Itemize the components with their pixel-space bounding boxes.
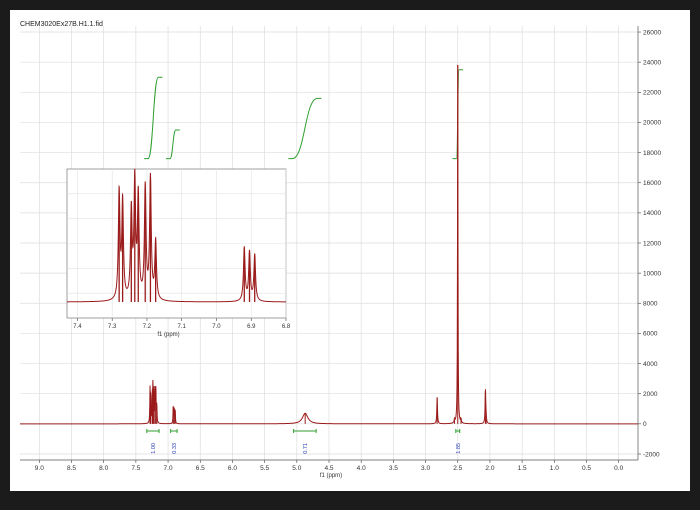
inset-x-axis-label: f1 (ppm): [157, 332, 179, 338]
x-tick-label: 1.5: [518, 465, 527, 472]
y-tick-label: 22000: [643, 90, 661, 97]
x-tick-label: 7.5: [131, 465, 140, 472]
x-tick-label: 2.0: [485, 465, 494, 472]
x-tick-label: 8.0: [99, 465, 108, 472]
y-tick-label: 26000: [643, 29, 661, 36]
x-tick-label: 0.0: [614, 465, 623, 472]
inset-x-tick-label: 7.0: [212, 324, 221, 330]
spectrum-title: CHEM3020Ex27B.H1.1.fid: [20, 21, 103, 28]
y-tick-label: 4000: [643, 361, 658, 368]
x-axis-label: f1 (ppm): [320, 473, 342, 479]
nmr-spectrum-window: 1.00 0.33 0.71 1.85 9.0 8.5 8.0 7.5 7.0 6.5 6.0 5.…: [10, 10, 690, 491]
y-tick-label: 16000: [643, 180, 661, 187]
y-tick-label: 10000: [643, 270, 661, 277]
x-tick-label: 9.0: [35, 465, 44, 472]
x-tick-label: 3.5: [389, 465, 398, 472]
x-tick-label: 0.5: [582, 465, 591, 472]
x-tick-label: 6.5: [196, 465, 205, 472]
inset-x-tick-label: 7.1: [178, 324, 187, 330]
y-tick-label: 12000: [643, 240, 661, 247]
x-tick-label: 4.0: [357, 465, 366, 472]
x-tick-label: 2.5: [453, 465, 462, 472]
x-tick-label: 7.0: [164, 465, 173, 472]
integral-value: 0.33: [172, 443, 178, 454]
inset-x-tick-label: 7.2: [143, 324, 152, 330]
y-tick-label: 14000: [643, 210, 661, 217]
x-tick-label: 4.5: [324, 465, 333, 472]
y-tick-label: 20000: [643, 120, 661, 127]
integral-curves: [144, 69, 464, 160]
integral-curve: [288, 97, 322, 160]
integral-value: 0.71: [303, 443, 309, 454]
integral-curve: [144, 76, 163, 160]
nmr-spectrum-chart: 1.00 0.33 0.71 1.85 9.0 8.5 8.0 7.5 7.0 6.5 6.0 5.…: [20, 21, 661, 479]
inset-zoom-panel: 7.4 7.3 7.2 7.1 7.0 6.9 6.8 f1 (ppm): [66, 168, 291, 338]
x-tick-label: 5.5: [260, 465, 269, 472]
x-tick-label: 3.0: [421, 465, 430, 472]
y-tick-label: 2000: [643, 391, 658, 398]
inset-x-tick-label: 7.3: [108, 324, 117, 330]
inset-x-tick-label: 6.8: [282, 324, 291, 330]
y-tick-label: 0: [643, 421, 647, 428]
x-tick-label: 5.0: [292, 465, 301, 472]
y-tick-label: 18000: [643, 150, 661, 157]
x-tick-label: 8.5: [67, 465, 76, 472]
y-tick-label: -2000: [643, 451, 660, 458]
inset-x-tick-label: 7.4: [73, 324, 82, 330]
y-tick-label: 24000: [643, 59, 661, 66]
integral-value: 1.85: [456, 443, 462, 454]
integral-value: 1.00: [151, 443, 157, 454]
x-tick-label: 1.0: [550, 465, 559, 472]
integral-regions: 1.00 0.33 0.71 1.85: [146, 429, 462, 454]
inset-x-tick-label: 6.9: [247, 324, 256, 330]
x-tick-label: 6.0: [228, 465, 237, 472]
y-tick-label: 8000: [643, 301, 658, 308]
y-tick-label: 6000: [643, 331, 658, 338]
